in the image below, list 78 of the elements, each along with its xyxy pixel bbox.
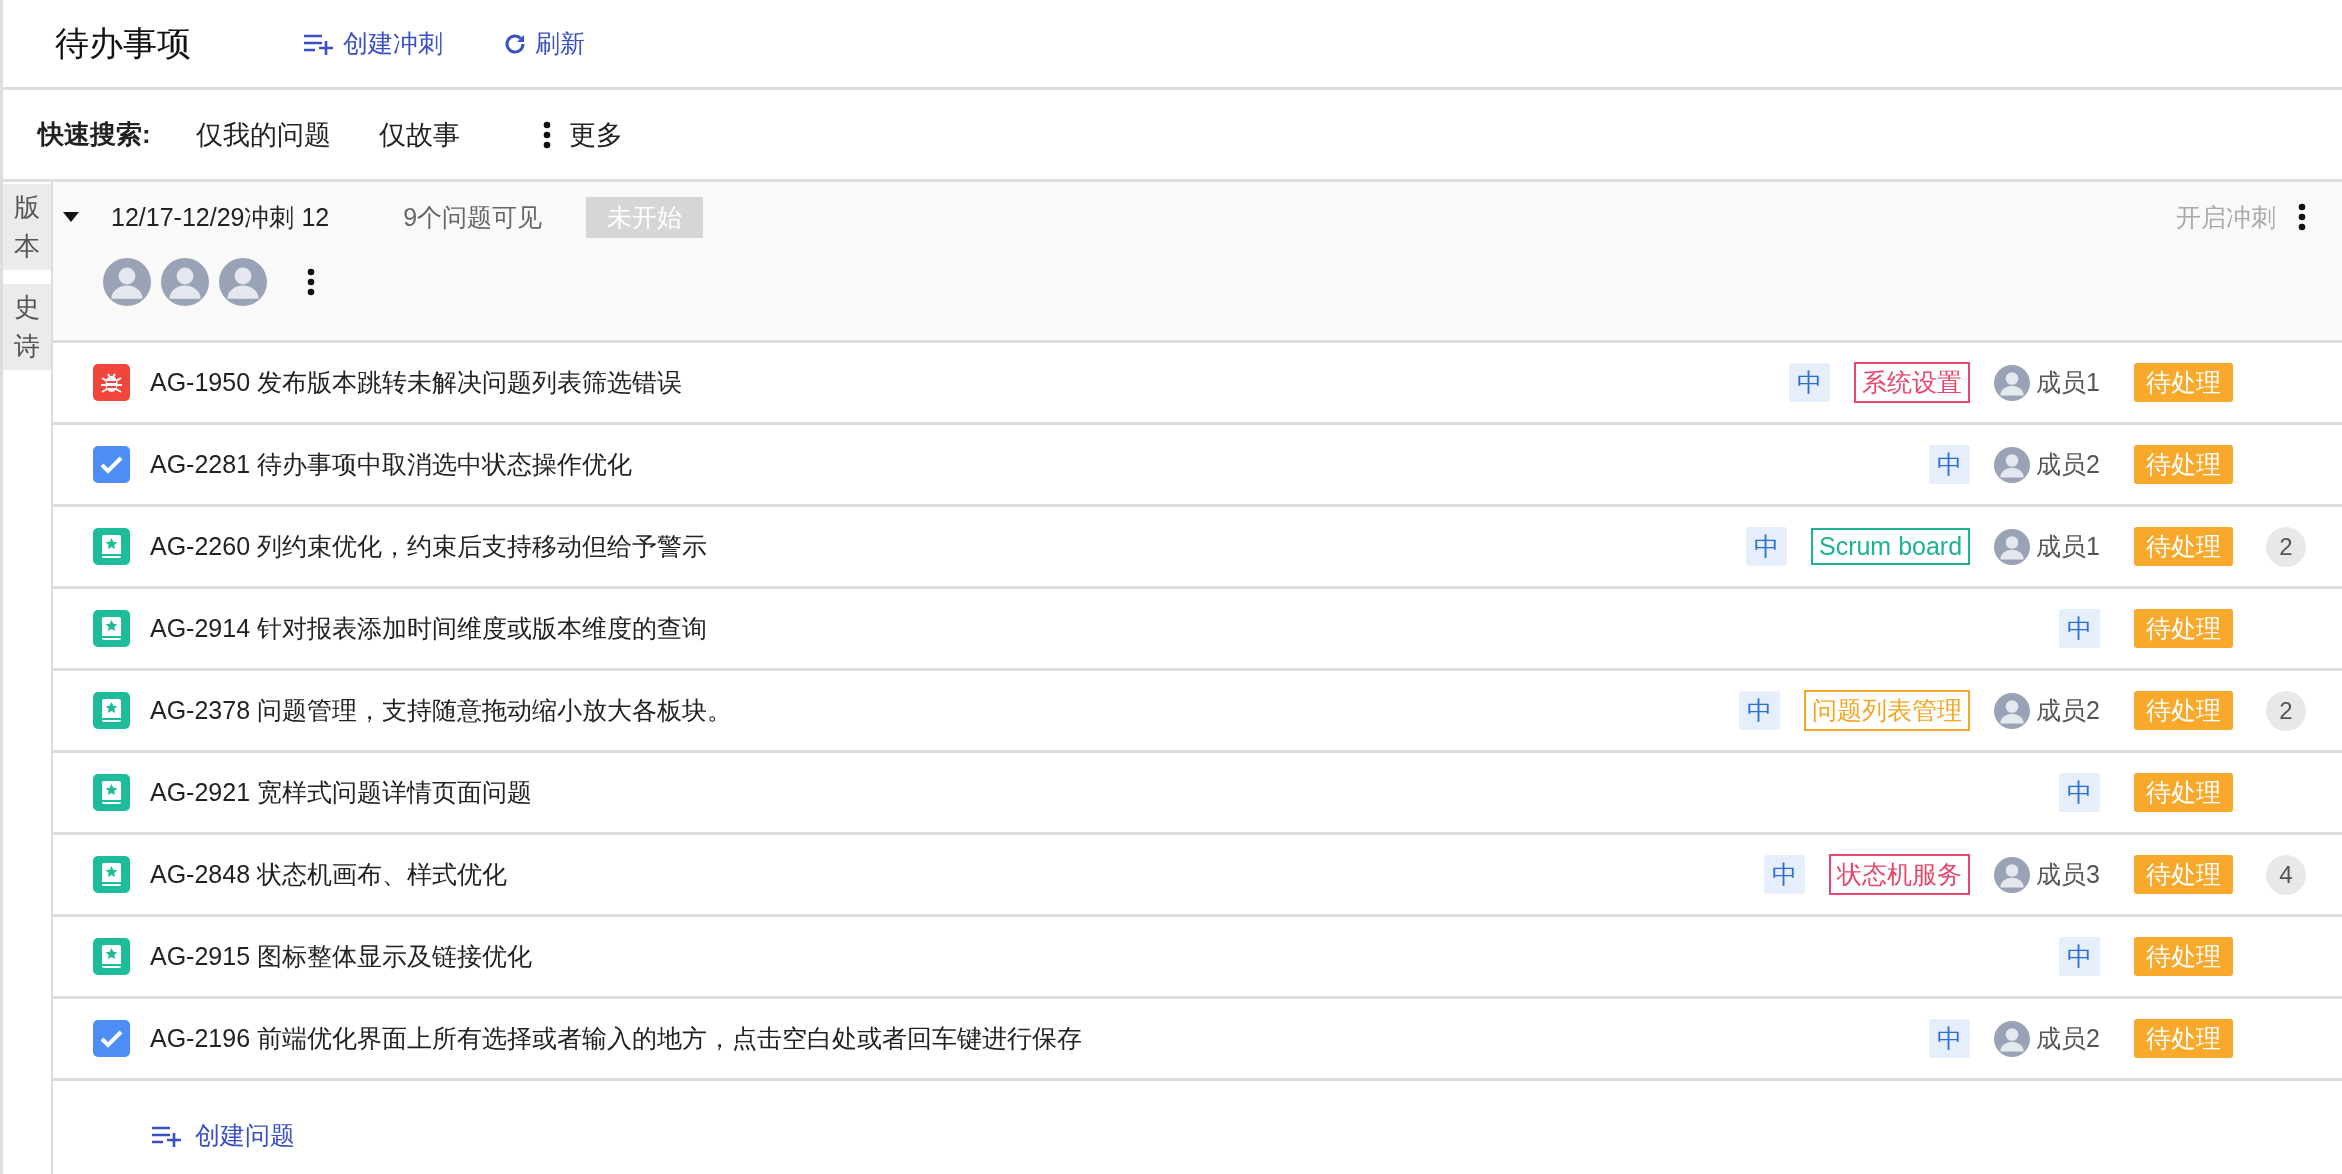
avatar xyxy=(1994,856,2031,893)
assignee-name: 成员1 xyxy=(2036,531,2100,562)
issue-title[interactable]: AG-2914 针对报表添加时间维度或版本维度的查询 xyxy=(150,612,2059,645)
avatar xyxy=(219,258,267,306)
issue-title[interactable]: AG-2196 前端优化界面上所有选择或者输入的地方，点击空白处或者回车键进行保存 xyxy=(150,1022,1930,1055)
caret-icon[interactable] xyxy=(63,212,79,222)
book-icon xyxy=(93,692,130,729)
comment-count: 2 xyxy=(2266,526,2306,567)
checkmark-icon xyxy=(93,446,130,483)
assignee-name: 成员3 xyxy=(2036,859,2100,890)
issue-count: 9个问题可见 xyxy=(403,201,543,233)
priority-tag: 中 xyxy=(1789,363,1831,402)
issue-title[interactable]: AG-2915 图标整体显示及链接优化 xyxy=(150,940,2059,973)
status-tag: 待处理 xyxy=(2134,937,2233,976)
status-tag: 待处理 xyxy=(2134,609,2233,648)
book-icon xyxy=(93,528,130,565)
priority-tag: 中 xyxy=(2059,937,2100,976)
avatar xyxy=(1994,364,2031,401)
avatar xyxy=(1994,446,2031,483)
avatar xyxy=(103,258,151,306)
priority-tag: 中 xyxy=(1764,855,1806,894)
epic-tag: 状态机服务 xyxy=(1829,854,1971,895)
comment-count: 2 xyxy=(2266,690,2306,731)
sprint-title: 12/17-12/29冲刺 12 xyxy=(111,201,330,233)
filter-button[interactable]: 仅我的问题 xyxy=(195,116,331,153)
avatar xyxy=(161,258,209,306)
priority-tag: 中 xyxy=(1739,691,1781,730)
book-icon xyxy=(93,938,130,975)
avatar xyxy=(1994,1020,2031,1057)
status-tag: 待处理 xyxy=(2134,773,2233,812)
avatar xyxy=(1994,528,2031,565)
comment-count: 4 xyxy=(2266,854,2306,895)
book-icon xyxy=(93,774,130,811)
more-icon xyxy=(2298,203,2306,231)
more-button[interactable]: 更多 xyxy=(542,116,623,153)
book-icon xyxy=(93,610,130,647)
assignee-name: 成员2 xyxy=(2036,1023,2100,1054)
quick-search-label: 快速搜索: xyxy=(38,118,151,151)
priority-tag: 中 xyxy=(1929,1019,1971,1058)
issue-title[interactable]: AG-2921 宽样式问题详情页面问题 xyxy=(150,776,2059,809)
refresh-button[interactable]: 刷新 xyxy=(503,27,585,60)
side-tab[interactable]: 版本 xyxy=(3,184,51,270)
status-tag: 待处理 xyxy=(2134,691,2233,730)
checkmark-icon xyxy=(93,1020,130,1057)
issue-title[interactable]: AG-2848 状态机画布、样式优化 xyxy=(150,858,1765,891)
more-icon xyxy=(542,120,551,149)
assignee-name: 成员1 xyxy=(2036,367,2100,398)
issue-title[interactable]: AG-2281 待办事项中取消选中状态操作优化 xyxy=(150,448,1930,481)
create-issue-button[interactable]: 创建问题 xyxy=(151,1119,295,1152)
list-add-icon xyxy=(151,1124,183,1147)
page-title: 待办事项 xyxy=(55,22,191,64)
more-icon xyxy=(307,268,315,296)
issue-title[interactable]: AG-2378 问题管理，支持随意拖动缩小放大各板块。 xyxy=(150,694,1740,727)
epic-tag: 系统设置 xyxy=(1854,362,1971,403)
priority-tag: 中 xyxy=(1929,445,1971,484)
assignee-name: 成员2 xyxy=(2036,449,2100,480)
create-sprint-button[interactable]: 创建冲刺 xyxy=(303,27,443,60)
bug-icon xyxy=(93,364,130,401)
priority-tag: 中 xyxy=(1745,527,1787,566)
assignee-name: 成员2 xyxy=(2036,695,2100,726)
status-tag: 待处理 xyxy=(2134,527,2233,566)
status-tag: 待处理 xyxy=(2134,363,2233,402)
status-tag: 待处理 xyxy=(2134,855,2233,894)
sprint-menu-button[interactable] xyxy=(2298,203,2306,231)
filter-button[interactable]: 仅故事 xyxy=(378,116,460,153)
status-tag: 待处理 xyxy=(2134,1019,2233,1058)
priority-tag: 中 xyxy=(2059,609,2100,648)
book-icon xyxy=(93,856,130,893)
side-tab[interactable]: 史诗 xyxy=(3,284,51,370)
epic-tag: Scrum board xyxy=(1810,528,1971,565)
members-menu-button[interactable] xyxy=(307,268,315,296)
priority-tag: 中 xyxy=(2059,773,2100,812)
list-add-icon xyxy=(303,32,335,55)
avatar xyxy=(1994,692,2031,729)
status-tag: 待处理 xyxy=(2134,445,2233,484)
epic-tag: 问题列表管理 xyxy=(1804,690,1971,731)
issue-title[interactable]: AG-1950 发布版本跳转未解决问题列表筛选错误 xyxy=(150,366,1790,399)
issue-title[interactable]: AG-2260 列约束优化，约束后支持移动但给予警示 xyxy=(150,530,1746,563)
